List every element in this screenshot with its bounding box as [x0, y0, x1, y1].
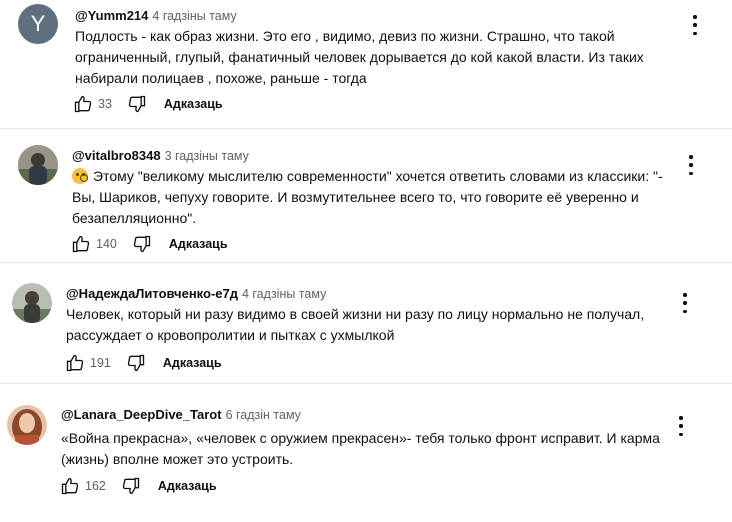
- thumbs-down-icon[interactable]: [125, 352, 147, 374]
- comment-line: Этому "великому мыслителю современности"…: [93, 168, 663, 184]
- comment-actions: 140 Адказаць: [70, 233, 228, 255]
- comment-line: «Война прекрасна», «человек с оружием пр…: [61, 430, 660, 446]
- comment-line: Подлость - как образ жизни. Это его , ви…: [75, 28, 615, 44]
- comment-text: «Война прекрасна», «человек с оружием пр…: [61, 428, 660, 470]
- comment-line: ограниченный, глупый, фанатичный человек…: [75, 49, 644, 65]
- comment-actions: 191 Адказаць: [64, 352, 222, 374]
- thumbs-up-icon[interactable]: [70, 233, 92, 255]
- timestamp[interactable]: 3 гадзіны таму: [165, 149, 249, 163]
- timestamp[interactable]: 6 гадзін таму: [226, 408, 301, 422]
- thumbs-up-icon[interactable]: [72, 93, 94, 115]
- comment-line: рассуждает о кровопролитии и пытках с ух…: [66, 327, 395, 343]
- like-count: 33: [98, 97, 112, 111]
- comment-header: @Yumm214 4 гадзіны таму: [75, 8, 237, 23]
- comment-line: безапелляционно".: [72, 210, 197, 226]
- reply-button[interactable]: Адказаць: [169, 237, 228, 251]
- timestamp[interactable]: 4 гадзіны таму: [242, 287, 326, 301]
- more-vertical-icon[interactable]: [676, 416, 686, 436]
- like-count: 162: [85, 479, 106, 493]
- timestamp[interactable]: 4 гадзіны таму: [152, 9, 236, 23]
- reply-button[interactable]: Адказаць: [164, 97, 223, 111]
- comment-actions: 162 Адказаць: [59, 475, 217, 497]
- comment-first-line: Этому "великому мыслителю современности"…: [72, 166, 663, 187]
- comment-header: @vitalbro8348 3 гадзіны таму: [72, 148, 249, 163]
- comment-1: Y @Yumm214 4 гадзіны таму Подлость - как …: [0, 0, 732, 128]
- more-vertical-icon[interactable]: [686, 155, 696, 175]
- author-name[interactable]: @vitalbro8348: [72, 148, 161, 163]
- like-count: 191: [90, 356, 111, 370]
- avatar[interactable]: [18, 145, 58, 185]
- thumbs-down-icon[interactable]: [131, 233, 153, 255]
- comment-text: Человек, который ни разу видимо в своей …: [66, 304, 644, 346]
- thumbs-up-icon[interactable]: [64, 352, 86, 374]
- face-with-monocle-icon: [72, 168, 88, 184]
- like-count: 140: [96, 237, 117, 251]
- comment-text: Этому "великому мыслителю современности"…: [72, 166, 663, 229]
- comment-header: @Lanara_DeepDive_Tarot 6 гадзін таму: [61, 407, 301, 422]
- comment-text: Подлость - как образ жизни. Это его , ви…: [75, 26, 644, 89]
- comment-header: @НадеждаЛитовченко-е7д 4 гадзіны таму: [66, 286, 326, 301]
- comment-2: @vitalbro8348 3 гадзіны таму Этому "велик…: [0, 129, 732, 262]
- thumbs-down-icon[interactable]: [126, 93, 148, 115]
- comment-line: набирали полицаев , похоже, раньше - тог…: [75, 70, 367, 86]
- avatar[interactable]: Y: [18, 4, 58, 44]
- author-name[interactable]: @Lanara_DeepDive_Tarot: [61, 407, 222, 422]
- thumbs-down-icon[interactable]: [120, 475, 142, 497]
- more-vertical-icon[interactable]: [680, 293, 690, 313]
- reply-button[interactable]: Адказаць: [163, 356, 222, 370]
- avatar[interactable]: [7, 405, 47, 445]
- author-name[interactable]: @НадеждаЛитовченко-е7д: [66, 286, 238, 301]
- more-vertical-icon[interactable]: [690, 15, 700, 35]
- comment-4: @Lanara_DeepDive_Tarot 6 гадзін таму «Вой…: [0, 384, 732, 522]
- comment-3: @НадеждаЛитовченко-е7д 4 гадзіны таму Чел…: [0, 263, 732, 383]
- avatar[interactable]: [12, 283, 52, 323]
- comment-line: Вы, Шариков, чепуху говорите. И возмутит…: [72, 189, 639, 205]
- comment-actions: 33 Адказаць: [72, 93, 223, 115]
- author-name[interactable]: @Yumm214: [75, 8, 148, 23]
- comment-line: Человек, который ни разу видимо в своей …: [66, 306, 645, 322]
- thumbs-up-icon[interactable]: [59, 475, 81, 497]
- comment-line: (жизнь) вполне может это устроить.: [61, 451, 294, 467]
- reply-button[interactable]: Адказаць: [158, 479, 217, 493]
